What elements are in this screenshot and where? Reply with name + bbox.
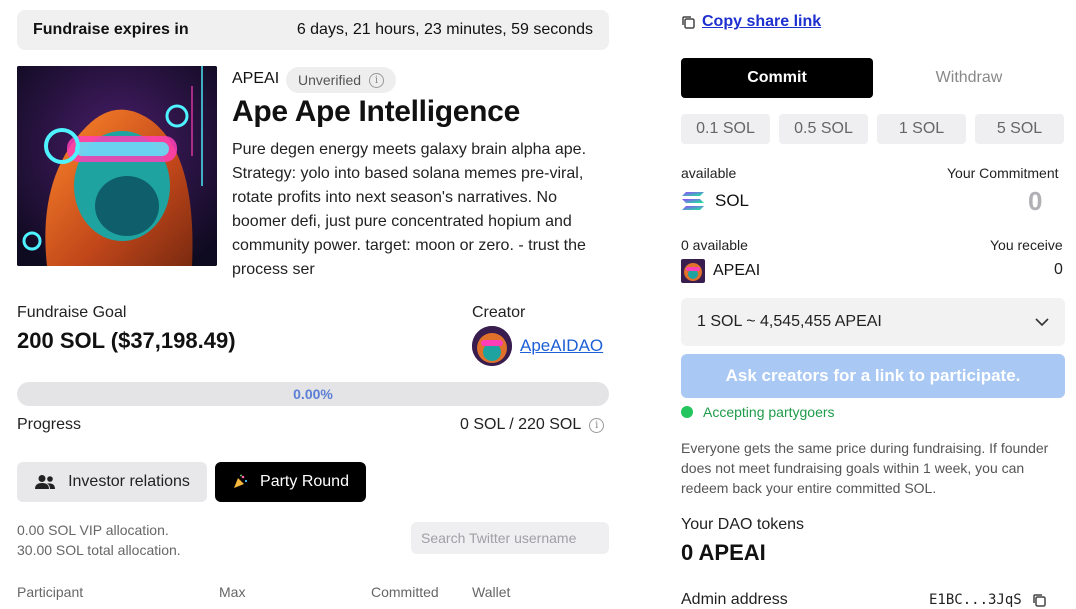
admin-address-label: Admin address (681, 591, 788, 608)
tab-investor-label: Investor relations (68, 473, 190, 490)
exchange-rate-value: 1 SOL ~ 4,545,455 APEAI (697, 313, 882, 330)
twitter-search-input[interactable] (411, 522, 609, 554)
creator-label: Creator (472, 304, 526, 321)
goal-value: 200 SOL ($37,198.49) (17, 328, 236, 353)
tab-party-round[interactable]: Party Round (215, 462, 366, 502)
tab-party-label: Party Round (260, 473, 349, 490)
status-text: Accepting partygoers (703, 404, 835, 420)
token-ticker: APEAI (232, 70, 280, 87)
creator-avatar[interactable] (472, 326, 512, 366)
copy-share-link[interactable]: Copy share link (681, 13, 821, 31)
expires-label: Fundraise expires in (33, 21, 189, 38)
progress-amount: 0 SOL / 220 SOL (460, 416, 582, 433)
progress-percent: 0.00% (293, 386, 333, 402)
admin-address: E1BC...3JqS (929, 592, 1047, 608)
dao-tokens-value: 0 APEAI (681, 540, 766, 565)
fundraise-expiry-bar: Fundraise expires in 6 days, 21 hours, 2… (17, 10, 609, 50)
unverified-label: Unverified (298, 72, 362, 88)
ask-creators-button[interactable]: Ask creators for a link to participate. (681, 354, 1065, 398)
exchange-rate-dropdown[interactable]: 1 SOL ~ 4,545,455 APEAI (681, 298, 1065, 346)
receive-available-label: 0 available (681, 237, 748, 253)
total-allocation: 30.00 SOL total allocation. (17, 542, 181, 558)
pay-token-symbol: SOL (715, 191, 750, 210)
you-receive-label: You receive (990, 237, 1063, 253)
token-name: Ape Ape Intelligence (232, 95, 520, 128)
receive-amount: 0 (1054, 261, 1063, 278)
commit-tab-button[interactable]: Commit (681, 58, 873, 98)
pay-token: SOL (681, 191, 749, 211)
admin-address-value: E1BC...3JqS (929, 592, 1022, 608)
info-icon[interactable]: i (369, 72, 385, 88)
progress-value: 0 SOL / 220 SOL i (460, 416, 605, 434)
creator-name-link[interactable]: ApeAIDAO (520, 336, 603, 356)
amount-1-sol-button[interactable]: 1 SOL (877, 114, 966, 144)
token-description: Pure degen energy meets galaxy brain alp… (232, 141, 587, 278)
copy-share-label: Copy share link (702, 13, 822, 30)
receive-token: APEAI (681, 259, 760, 283)
amount-5-sol-button[interactable]: 5 SOL (975, 114, 1064, 144)
token-image (17, 66, 217, 266)
amount-0-5-sol-button[interactable]: 0.5 SOL (779, 114, 868, 144)
your-commitment-label: Your Commitment (947, 165, 1059, 181)
info-icon[interactable]: i (589, 417, 605, 433)
available-label: available (681, 165, 737, 181)
copy-icon (682, 15, 695, 29)
fundraising-notice: Everyone gets the same price during fund… (681, 440, 1049, 496)
vip-allocation: 0.00 SOL VIP allocation. (17, 522, 169, 538)
users-icon (35, 475, 56, 489)
amount-0-1-sol-button[interactable]: 0.1 SOL (681, 114, 770, 144)
progress-label: Progress (17, 416, 82, 433)
expires-countdown: 6 days, 21 hours, 23 minutes, 59 seconds (296, 21, 593, 38)
party-popper-icon (234, 474, 248, 488)
tab-investor-relations[interactable]: Investor relations (17, 462, 207, 502)
unverified-badge: Unverified i (286, 67, 397, 93)
goal-label: Fundraise Goal (17, 304, 127, 321)
chevron-down-icon (1035, 318, 1049, 326)
status-dot-icon (681, 406, 693, 418)
status-indicator: Accepting partygoers (681, 404, 835, 420)
dao-tokens-label: Your DAO tokens (681, 516, 805, 533)
solana-icon (682, 192, 704, 210)
apeai-token-icon (681, 259, 705, 283)
progress-bar: 0.00% (17, 382, 609, 406)
commitment-amount-input[interactable]: 0 (1028, 186, 1042, 217)
withdraw-tab-button[interactable]: Withdraw (873, 58, 1065, 98)
column-header-wallet[interactable]: Wallet (472, 584, 510, 600)
column-header-committed[interactable]: Committed (371, 584, 439, 600)
receive-token-symbol: APEAI (713, 262, 761, 279)
allocation-info: 0.00 SOL VIP allocation. 30.00 SOL total… (17, 520, 181, 560)
copy-icon[interactable] (1032, 593, 1047, 608)
column-header-participant[interactable]: Participant (17, 584, 83, 600)
column-header-max[interactable]: Max (219, 584, 245, 600)
